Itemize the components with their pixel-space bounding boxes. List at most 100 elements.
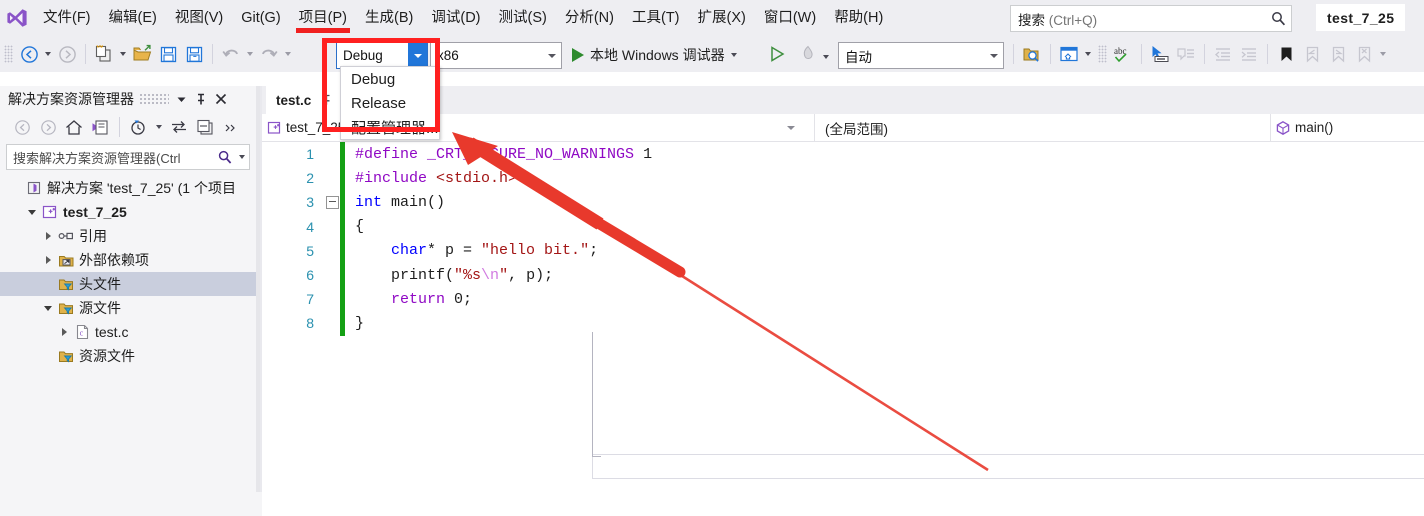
config-dropdown-item-1[interactable]: Release [341, 91, 439, 115]
search-input[interactable]: 搜索 (Ctrl+Q) [1010, 5, 1292, 32]
toolbar-grip-2[interactable] [1098, 45, 1107, 63]
close-icon[interactable] [211, 88, 231, 110]
solution-explorer-search-input[interactable]: 搜索解决方案资源管理器(Ctrl [6, 144, 250, 170]
redo-icon[interactable] [256, 41, 282, 67]
find-in-files-icon[interactable] [1019, 41, 1045, 67]
forward-icon[interactable] [36, 115, 60, 139]
code-editor[interactable]: 1 #define _CRT_SECURE_NO_WARNINGS 1 2 #incl… [262, 142, 1424, 516]
code-line-4[interactable]: 4{ [262, 214, 1424, 239]
chevron-down-icon[interactable] [780, 125, 802, 130]
open-file-icon[interactable] [129, 41, 155, 67]
previous-bookmark-icon[interactable] [1299, 41, 1325, 67]
chevron-down-icon[interactable] [171, 88, 191, 110]
code-line-7[interactable]: 7 return 0; [262, 287, 1424, 312]
navigate-back-dropdown-icon[interactable] [42, 41, 54, 67]
window-layout-dropdown-icon[interactable] [1082, 41, 1094, 67]
menu-item-7[interactable]: 测试(S) [490, 0, 556, 36]
chevron-down-icon[interactable] [408, 43, 427, 68]
chevron-right-icon[interactable] [40, 224, 56, 248]
tree-item-label: 解决方案 'test_7_25' (1 个项目 [47, 180, 236, 196]
home-icon[interactable] [62, 115, 86, 139]
configuration-combo[interactable]: Debug [336, 42, 428, 69]
pointer-select-icon[interactable] [1147, 41, 1173, 67]
chevron-down-icon[interactable] [984, 43, 1003, 68]
chevron-down-icon[interactable] [24, 200, 40, 224]
chevron-right-icon[interactable] [40, 248, 56, 272]
tree-item-1[interactable]: test_7_25 [0, 200, 256, 224]
pending-changes-icon[interactable] [127, 115, 151, 139]
tree-item-label: 头文件 [79, 276, 121, 292]
code-line-1[interactable]: 1 #define _CRT_SECURE_NO_WARNINGS 1 [262, 142, 1424, 167]
menu-item-10[interactable]: 扩展(X) [689, 0, 755, 36]
menu-item-2[interactable]: 视图(V) [166, 0, 232, 36]
tree-item-2[interactable]: 引用 [0, 224, 256, 248]
navigate-back-icon[interactable] [16, 41, 42, 67]
properties-window-icon[interactable] [193, 115, 217, 139]
new-item-icon[interactable] [91, 41, 117, 67]
start-without-debugging-icon[interactable] [767, 44, 787, 67]
chevron-down-icon[interactable] [40, 296, 56, 320]
decrease-indent-icon[interactable] [1210, 41, 1236, 67]
chevron-down-icon[interactable] [730, 52, 737, 57]
back-icon[interactable] [10, 115, 34, 139]
tree-item-7[interactable]: 资源文件 [0, 344, 256, 368]
redo-dropdown-icon[interactable] [282, 41, 294, 67]
tree-item-4[interactable]: 头文件 [0, 272, 256, 296]
configuration-dropdown-list[interactable]: Debug Release 配置管理器... [340, 66, 440, 140]
menu-item-5[interactable]: 生成(B) [356, 0, 422, 36]
tree-item-3[interactable]: 外部依赖项 [0, 248, 256, 272]
save-all-icon[interactable] [181, 41, 207, 67]
toolbar-overflow-icon[interactable] [1377, 41, 1389, 67]
chevron-down-icon[interactable] [542, 43, 561, 68]
code-line-8[interactable]: 8} [262, 311, 1424, 336]
undo-dropdown-icon[interactable] [244, 41, 256, 67]
platform-combo[interactable]: x86 [430, 42, 562, 69]
window-layout-icon[interactable] [1056, 41, 1082, 67]
menu-item-3[interactable]: Git(G) [232, 0, 289, 36]
menu-item-4[interactable]: 项目(P) [290, 0, 356, 36]
navigate-forward-icon[interactable] [54, 41, 80, 67]
pending-changes-dropdown-icon[interactable] [153, 114, 165, 140]
new-item-dropdown-icon[interactable] [117, 41, 129, 67]
menu-item-11[interactable]: 窗口(W) [755, 0, 825, 36]
hot-reload-icon[interactable] [798, 44, 818, 67]
clear-bookmarks-icon[interactable] [1351, 41, 1377, 67]
chevron-right-icon[interactable] [56, 320, 72, 344]
process-combo[interactable]: 自动 [838, 42, 1004, 69]
toggle-bookmark-icon[interactable] [1273, 41, 1299, 67]
code-line-5[interactable]: 5 char* p = "hello bit."; [262, 238, 1424, 263]
config-dropdown-item-0[interactable]: Debug [341, 67, 439, 91]
pin-icon[interactable] [317, 94, 335, 106]
menu-item-12[interactable]: 帮助(H) [825, 0, 892, 36]
save-icon[interactable] [155, 41, 181, 67]
search-input-text: 搜索 (Ctrl+Q) [1018, 12, 1098, 28]
toolbar-grip[interactable] [4, 45, 13, 63]
next-bookmark-icon[interactable] [1325, 41, 1351, 67]
tree-item-0[interactable]: 解决方案 'test_7_25' (1 个项目 [0, 176, 256, 200]
tree-item-6[interactable]: c test.c [0, 320, 256, 344]
code-line-2[interactable]: 2 #include <stdio.h> [262, 166, 1424, 191]
tree-item-5[interactable]: 源文件 [0, 296, 256, 320]
solution-explorer-icon[interactable] [88, 115, 112, 139]
pin-icon[interactable] [191, 88, 211, 110]
spell-check-icon[interactable]: abc [1110, 41, 1136, 67]
navbar-member-combo[interactable]: main() [1270, 114, 1424, 141]
menu-item-6[interactable]: 调试(D) [422, 0, 489, 36]
menu-item-0[interactable]: 文件(F) [34, 0, 100, 36]
hot-reload-dropdown-icon[interactable] [820, 44, 832, 70]
tab-test-c[interactable]: test.c [266, 86, 342, 114]
chevron-down-icon[interactable] [235, 155, 249, 159]
menu-item-8[interactable]: 分析(N) [556, 0, 623, 36]
menu-item-9[interactable]: 工具(T) [623, 0, 689, 36]
menu-item-1[interactable]: 编辑(E) [100, 0, 166, 36]
comment-selection-icon[interactable] [1173, 41, 1199, 67]
undo-icon[interactable] [218, 41, 244, 67]
code-line-6[interactable]: 6 printf("%s\n", p); [262, 262, 1424, 288]
start-debugging-button[interactable]: 本地 Windows 调试器 [570, 41, 737, 68]
collapse-region-icon[interactable] [324, 195, 340, 209]
sync-with-active-document-icon[interactable] [167, 115, 191, 139]
overflow-icon[interactable] [219, 115, 243, 139]
increase-indent-icon[interactable] [1236, 41, 1262, 67]
code-line-3[interactable]: 3 int main() [262, 190, 1424, 215]
config-dropdown-item-2[interactable]: 配置管理器... [341, 115, 439, 139]
